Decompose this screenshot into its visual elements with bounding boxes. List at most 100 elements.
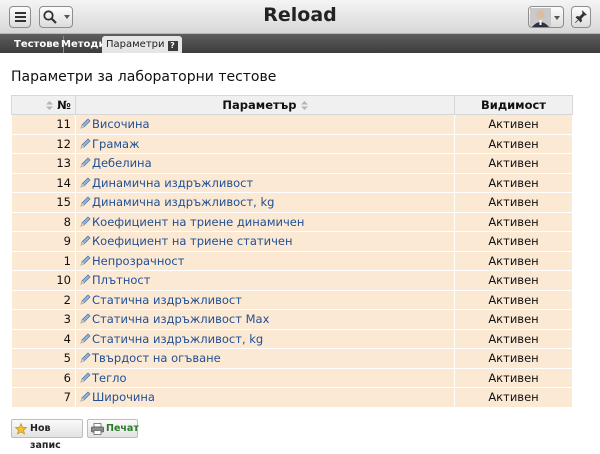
table-row: 8 Коефициент на триене динамичен Активен <box>11 212 573 232</box>
pencil-icon <box>80 294 91 305</box>
table-row: 1 Непрозрачност Активен <box>11 251 573 271</box>
row-number: 5 <box>11 348 76 369</box>
row-parameter: Непрозрачност <box>75 251 455 271</box>
parameter-link[interactable]: Твърдост на огъване <box>92 351 221 365</box>
tab-label: Параметри <box>106 39 165 50</box>
row-parameter: Коефициент на триене динамичен <box>75 212 455 232</box>
row-parameter: Грамаж <box>75 134 455 154</box>
row-visibility: Активен <box>454 153 573 174</box>
row-parameter: Височина <box>75 114 455 135</box>
parameters-table: № Параметър Видимост 11 Височина Активен 1 2… <box>11 95 573 408</box>
column-header-label: Видимост <box>481 98 546 112</box>
row-visibility: Активен <box>454 348 573 369</box>
tab-label: Тестове <box>14 39 60 50</box>
table-row: 12 Грамаж Активен <box>11 134 573 154</box>
row-visibility: Активен <box>454 192 573 213</box>
new-record-button[interactable]: Нов запис <box>11 419 83 451</box>
column-header-num[interactable]: № <box>11 95 76 115</box>
table-row: 9 Коефициент на триене статичен Активен <box>11 231 573 252</box>
column-header-visibility: Видимост <box>454 95 573 115</box>
row-visibility: Активен <box>454 212 573 232</box>
table-row: 5 Твърдост на огъване Активен <box>11 348 573 369</box>
parameter-link[interactable]: Статична издръжливост Max <box>92 312 269 326</box>
row-number: 13 <box>11 153 76 174</box>
row-visibility: Активен <box>454 290 573 310</box>
pencil-icon <box>80 157 91 168</box>
print-label: Печат <box>106 423 139 434</box>
table-row: 4 Статична издръжливост, kg Активен <box>11 329 573 349</box>
page-title: Параметри за лабораторни тестове <box>11 69 277 85</box>
table-row: 2 Статична издръжливост Активен <box>11 290 573 310</box>
parameter-link[interactable]: Височина <box>92 117 150 131</box>
parameter-link[interactable]: Коефициент на триене динамичен <box>92 215 304 229</box>
column-header-label: Параметър <box>222 98 297 112</box>
table-row: 14 Динамична издръжливост Активен <box>11 173 573 193</box>
print-button[interactable]: Печат <box>87 419 139 438</box>
row-number: 1 <box>11 251 76 271</box>
pencil-icon <box>80 333 91 344</box>
row-number: 11 <box>11 114 76 135</box>
pencil-icon <box>80 352 91 363</box>
row-number: 4 <box>11 329 76 349</box>
printer-icon <box>91 423 104 435</box>
row-parameter: Плътност <box>75 270 455 291</box>
row-visibility: Активен <box>454 368 573 388</box>
row-number: 3 <box>11 309 76 330</box>
parameter-link[interactable]: Дебелина <box>92 156 152 170</box>
parameter-link[interactable]: Грамаж <box>92 137 139 151</box>
parameter-link[interactable]: Динамична издръжливост, kg <box>92 195 274 209</box>
table-row: 15 Динамична издръжливост, kg Активен <box>11 192 573 213</box>
help-icon[interactable]: ? <box>167 41 178 51</box>
row-visibility: Активен <box>454 309 573 330</box>
row-visibility: Активен <box>454 387 573 408</box>
row-parameter: Широчина <box>75 387 455 408</box>
row-parameter: Динамична издръжливост <box>75 173 455 193</box>
pencil-icon <box>80 118 91 129</box>
column-header-label: № <box>57 98 71 112</box>
pencil-icon <box>80 177 91 188</box>
parameter-link[interactable]: Коефициент на триене статичен <box>92 234 292 248</box>
row-visibility: Активен <box>454 173 573 193</box>
avatar <box>530 8 560 27</box>
parameter-link[interactable]: Тегло <box>92 371 127 385</box>
column-header-name[interactable]: Параметър <box>75 95 455 115</box>
row-visibility: Активен <box>454 251 573 271</box>
table-row: 6 Тегло Активен <box>11 368 573 388</box>
tab-bar: Тестове Методи Параметри? <box>0 34 600 53</box>
row-number: 2 <box>11 290 76 310</box>
user-menu-button[interactable] <box>528 6 564 28</box>
parameter-link[interactable]: Статична издръжливост, kg <box>92 332 263 346</box>
row-number: 9 <box>11 231 76 252</box>
table-row: 13 Дебелина Активен <box>11 153 573 174</box>
parameter-link[interactable]: Широчина <box>92 390 155 404</box>
table-row: 3 Статична издръжливост Max Активен <box>11 309 573 330</box>
row-parameter: Дебелина <box>75 153 455 174</box>
pencil-icon <box>80 391 91 402</box>
pencil-icon <box>80 196 91 207</box>
tab-label: Методи <box>61 39 106 50</box>
row-number: 14 <box>11 173 76 193</box>
chevron-down-icon <box>554 16 560 20</box>
pin-button[interactable] <box>571 6 591 28</box>
row-parameter: Статична издръжливост <box>75 290 455 310</box>
table-row: 7 Широчина Активен <box>11 387 573 408</box>
pin-icon <box>575 10 587 23</box>
row-parameter: Динамична издръжливост, kg <box>75 192 455 213</box>
row-number: 15 <box>11 192 76 213</box>
row-parameter: Статична издръжливост, kg <box>75 329 455 349</box>
row-parameter: Коефициент на триене статичен <box>75 231 455 252</box>
pencil-icon <box>80 138 91 149</box>
row-visibility: Активен <box>454 114 573 135</box>
tab-parameters[interactable]: Параметри? <box>102 36 182 53</box>
parameter-link[interactable]: Непрозрачност <box>92 254 184 268</box>
parameter-link[interactable]: Динамична издръжливост <box>92 176 253 190</box>
row-parameter: Статична издръжливост Max <box>75 309 455 330</box>
star-icon <box>15 423 27 435</box>
pencil-icon <box>80 313 91 324</box>
parameter-link[interactable]: Плътност <box>92 273 150 287</box>
parameter-link[interactable]: Статична издръжливост <box>92 293 242 307</box>
row-visibility: Активен <box>454 134 573 154</box>
pencil-icon <box>80 255 91 266</box>
row-number: 7 <box>11 387 76 408</box>
sort-icon <box>300 101 308 110</box>
